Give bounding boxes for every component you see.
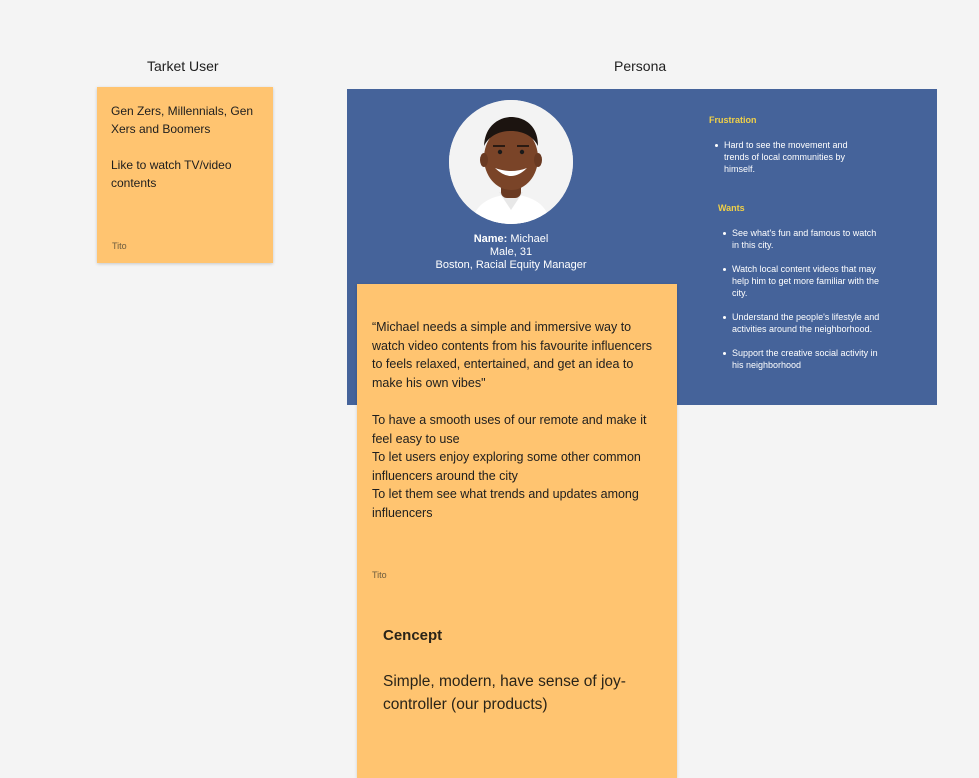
goal-item: To let them see what trends and updates … <box>372 487 639 520</box>
persona-name-label: Name: <box>473 233 508 245</box>
goal-item: To have a smooth uses of our remote and … <box>372 412 647 446</box>
persona-photo-icon <box>449 100 573 224</box>
persona-name-line: Name: Michael <box>347 233 675 246</box>
wants-item: Watch local content videos that may help… <box>721 263 881 299</box>
wants-heading: Wants <box>718 203 745 213</box>
frustration-list: Hard to see the movement and trends of l… <box>713 139 863 187</box>
wants-list: See what's fun and famous to watch in th… <box>721 227 881 383</box>
persona-quote: “Michael needs a simple and immersive wa… <box>372 320 652 390</box>
persona-location-role: Boston, Racial Equity Manager <box>435 259 587 271</box>
persona-gender-age: Male, 31 <box>489 246 533 258</box>
target-interest-text: Like to watch TV/video contents <box>111 158 232 190</box>
target-user-sticky-note[interactable]: Gen Zers, Millennials, Gen Xers and Boom… <box>97 87 273 263</box>
persona-name: Michael <box>510 233 549 245</box>
note-author: Tito <box>112 241 127 251</box>
persona-details: Name: Michael Male, 31 Boston, Racial Eq… <box>347 233 675 272</box>
persona-avatar <box>449 100 573 224</box>
wants-item: See what's fun and famous to watch in th… <box>721 227 881 251</box>
wants-item: Understand the people's lifestyle and ac… <box>721 311 881 335</box>
target-user-label: Tarket User <box>147 58 219 74</box>
persona-label: Persona <box>614 58 667 74</box>
concept-title: Cencept <box>383 627 443 644</box>
note-author: Tito <box>372 570 387 580</box>
wants-item: Support the creative social activity in … <box>721 347 881 371</box>
frustration-heading: Frustration <box>709 115 757 125</box>
persona-needs-text: “Michael needs a simple and immersive wa… <box>372 318 664 523</box>
persona-sticky-note[interactable]: “Michael needs a simple and immersive wa… <box>357 284 677 778</box>
concept-description: Simple, modern, have sense of joy-contro… <box>383 673 626 713</box>
target-audience-text: Gen Zers, Millennials, Gen Xers and Boom… <box>111 104 254 136</box>
frustration-item: Hard to see the movement and trends of l… <box>713 139 863 175</box>
goal-item: To let users enjoy exploring some other … <box>372 450 641 483</box>
